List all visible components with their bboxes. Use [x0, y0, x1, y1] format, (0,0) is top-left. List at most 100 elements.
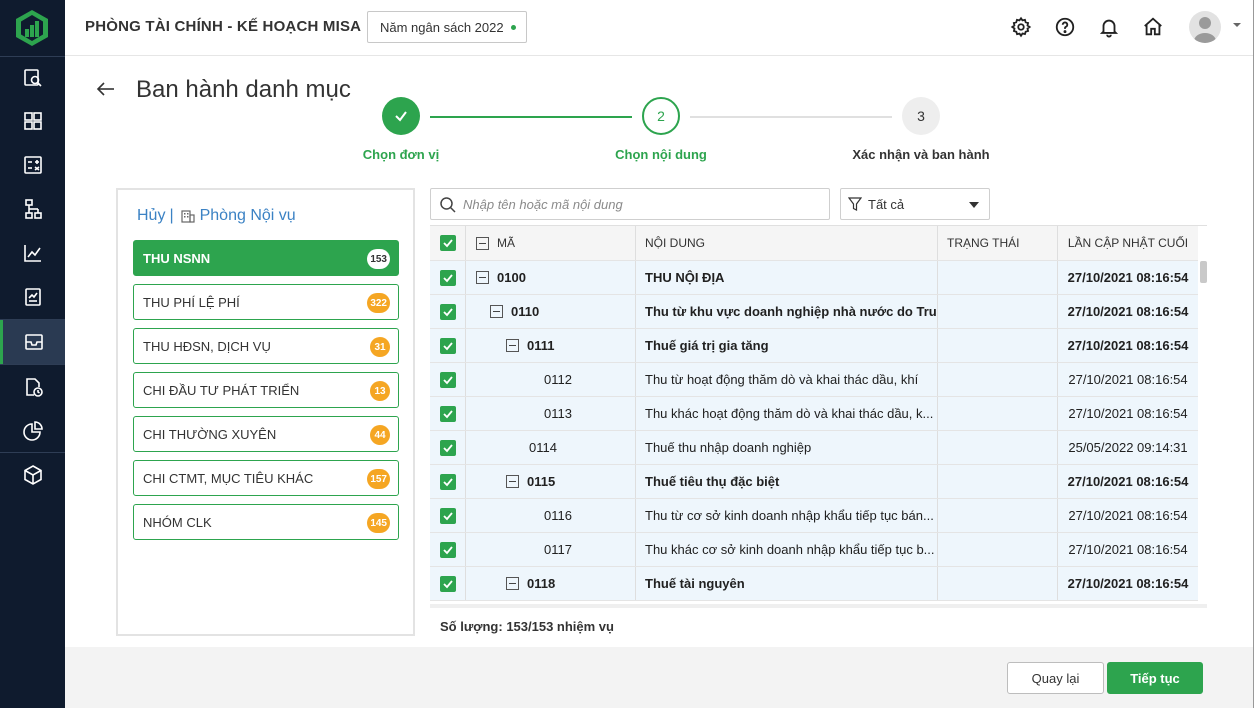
category-label: CHI THƯỜNG XUYÊN: [143, 426, 277, 442]
row-checkbox[interactable]: [439, 507, 456, 524]
category-item[interactable]: NHÓM CLK 145: [133, 504, 399, 540]
row-checkbox[interactable]: [439, 337, 456, 354]
row-code: 0112: [544, 372, 572, 387]
table-row[interactable]: 0118 Thuế tài nguyên 27/10/2021 08:16:54: [430, 567, 1198, 601]
row-name: Thu từ cơ sở kinh doanh nhập khẩu tiếp t…: [636, 499, 938, 532]
collapse-toggle-icon[interactable]: [476, 271, 489, 284]
column-header-code[interactable]: MÃ: [466, 226, 636, 260]
cancel-link[interactable]: Hủy: [137, 207, 165, 225]
row-name: Thuế tiêu thụ đặc biệt: [636, 465, 938, 498]
row-code: 0100: [497, 270, 526, 285]
column-header-updated[interactable]: LẦN CẬP NHẬT CUỐI: [1058, 226, 1198, 260]
row-status: [938, 533, 1058, 566]
rail-chart-icon[interactable]: [0, 231, 65, 275]
row-checkbox[interactable]: [439, 303, 456, 320]
row-status: [938, 431, 1058, 464]
top-header: PHÒNG TÀI CHÍNH - KẾ HOẠCH MISA Năm ngân…: [65, 0, 1254, 56]
settings-gear-icon[interactable]: [1009, 15, 1033, 39]
step-1-label: Chọn đơn vị: [362, 147, 440, 162]
help-icon[interactable]: [1053, 15, 1077, 39]
rail-inbox-icon[interactable]: [0, 320, 65, 364]
row-status: [938, 465, 1058, 498]
row-checkbox[interactable]: [439, 405, 456, 422]
rail-calculator-icon[interactable]: [0, 143, 65, 187]
step-3-label: Xác nhận và ban hành: [852, 147, 990, 162]
collapse-toggle-icon[interactable]: [506, 577, 519, 590]
row-updated: 27/10/2021 08:16:54: [1067, 338, 1189, 353]
filter-selected-value: Tất cả: [868, 196, 905, 212]
row-checkbox[interactable]: [439, 439, 456, 456]
select-all-checkbox[interactable]: [439, 235, 456, 251]
back-button[interactable]: Quay lại: [1007, 662, 1104, 694]
table-row[interactable]: 0110 Thu từ khu vực doanh nghiệp nhà nướ…: [430, 295, 1198, 329]
category-item[interactable]: THU NSNN 153: [133, 240, 399, 276]
back-arrow-icon[interactable]: [95, 79, 117, 99]
category-item[interactable]: THU HĐSN, DỊCH VỤ 31: [133, 328, 399, 364]
table-row[interactable]: 0116 Thu từ cơ sở kinh doanh nhập khẩu t…: [430, 499, 1198, 533]
table-row[interactable]: 0114 Thuế thu nhập doanh nghiệp 25/05/20…: [430, 431, 1198, 465]
home-icon[interactable]: [1141, 15, 1165, 39]
unit-link[interactable]: Phòng Nội vụ: [200, 207, 296, 225]
collapse-all-icon[interactable]: [476, 236, 489, 250]
row-checkbox[interactable]: [439, 541, 456, 558]
rail-hierarchy-icon[interactable]: [0, 187, 65, 231]
content-area: Ban hành danh mục 2 3 Chọn đơn vị Chọn n…: [65, 57, 1254, 708]
collapse-toggle-icon[interactable]: [506, 475, 519, 488]
row-status: [938, 499, 1058, 532]
bell-icon[interactable]: [1097, 15, 1121, 39]
checkmark-icon: [395, 111, 407, 122]
row-status: [938, 363, 1058, 396]
continue-button[interactable]: Tiếp tục: [1107, 662, 1203, 694]
app-rail: [0, 0, 65, 708]
rail-cube-icon[interactable]: [0, 453, 65, 497]
table-row[interactable]: 0115 Thuế tiêu thụ đặc biệt 27/10/2021 0…: [430, 465, 1198, 499]
filter-funnel-icon: [848, 197, 862, 211]
row-name: Thu khác cơ sở kinh doanh nhập khẩu tiếp…: [636, 533, 938, 566]
vertical-scrollbar[interactable]: [1200, 261, 1207, 283]
rail-doc-clock-icon[interactable]: [0, 365, 65, 409]
row-updated: 27/10/2021 08:16:54: [1067, 474, 1189, 489]
status-filter-select[interactable]: Tất cả: [840, 188, 990, 220]
table-row[interactable]: 0111 Thuế giá trị gia tăng 27/10/2021 08…: [430, 329, 1198, 363]
row-checkbox[interactable]: [439, 269, 456, 286]
row-checkbox[interactable]: [439, 575, 456, 592]
user-avatar[interactable]: [1189, 11, 1221, 43]
rail-search-icon[interactable]: [0, 56, 65, 100]
table-row[interactable]: 0117 Thu khác cơ sở kinh doanh nhập khẩu…: [430, 533, 1198, 567]
row-name: Thuế tài nguyên: [636, 567, 938, 600]
horizontal-scrollbar[interactable]: [430, 604, 1207, 608]
table-row[interactable]: 0112 Thu từ hoạt động thăm dò và khai th…: [430, 363, 1198, 397]
rail-pie-icon[interactable]: [0, 409, 65, 453]
category-count-badge: 157: [367, 469, 390, 489]
category-item[interactable]: CHI ĐẦU TƯ PHÁT TRIỂN 13: [133, 372, 399, 408]
column-header-status[interactable]: TRẠNG THÁI: [938, 226, 1058, 260]
content-table: MÃ NỘI DUNG TRẠNG THÁI LẦN CẬP NHẬT CUỐI…: [430, 225, 1207, 607]
step-3-pending: 3: [902, 97, 940, 135]
content-card: Ban hành danh mục 2 3 Chọn đơn vị Chọn n…: [65, 57, 1254, 647]
collapse-toggle-icon[interactable]: [506, 339, 519, 352]
row-code: 0110: [511, 304, 540, 319]
table-row[interactable]: 0100 THU NỘI ĐỊA 27/10/2021 08:16:54: [430, 261, 1198, 295]
row-status: [938, 397, 1058, 430]
misa-logo[interactable]: [12, 8, 52, 48]
row-name: Thu từ hoạt động thăm dò và khai thác dầ…: [636, 363, 938, 396]
category-item[interactable]: CHI THƯỜNG XUYÊN 44: [133, 416, 399, 452]
row-checkbox[interactable]: [439, 473, 456, 490]
category-item[interactable]: CHI CTMT, MỤC TIÊU KHÁC 157: [133, 460, 399, 496]
step-connector-2: [690, 116, 892, 118]
user-menu-chevron-down-icon[interactable]: [1232, 20, 1242, 30]
page-title: Ban hành danh mục: [136, 76, 351, 103]
step-2-current: 2: [642, 97, 680, 135]
column-header-content[interactable]: NỘI DUNG: [636, 226, 938, 260]
collapse-toggle-icon[interactable]: [490, 305, 503, 318]
panel-header: Hủy | Phòng Nội vụ: [137, 207, 296, 225]
table-row[interactable]: 0113 Thu khác hoạt động thăm dò và khai …: [430, 397, 1198, 431]
budget-year-selector[interactable]: Năm ngân sách 2022: [367, 11, 527, 43]
step-2-label: Chọn nội dung: [615, 147, 707, 162]
search-input[interactable]: [463, 196, 813, 212]
category-item[interactable]: THU PHÍ LỆ PHÍ 322: [133, 284, 399, 320]
row-checkbox[interactable]: [439, 371, 456, 388]
rail-report-icon[interactable]: [0, 275, 65, 319]
category-count-badge: 13: [370, 381, 390, 401]
rail-dashboard-icon[interactable]: [0, 99, 65, 143]
